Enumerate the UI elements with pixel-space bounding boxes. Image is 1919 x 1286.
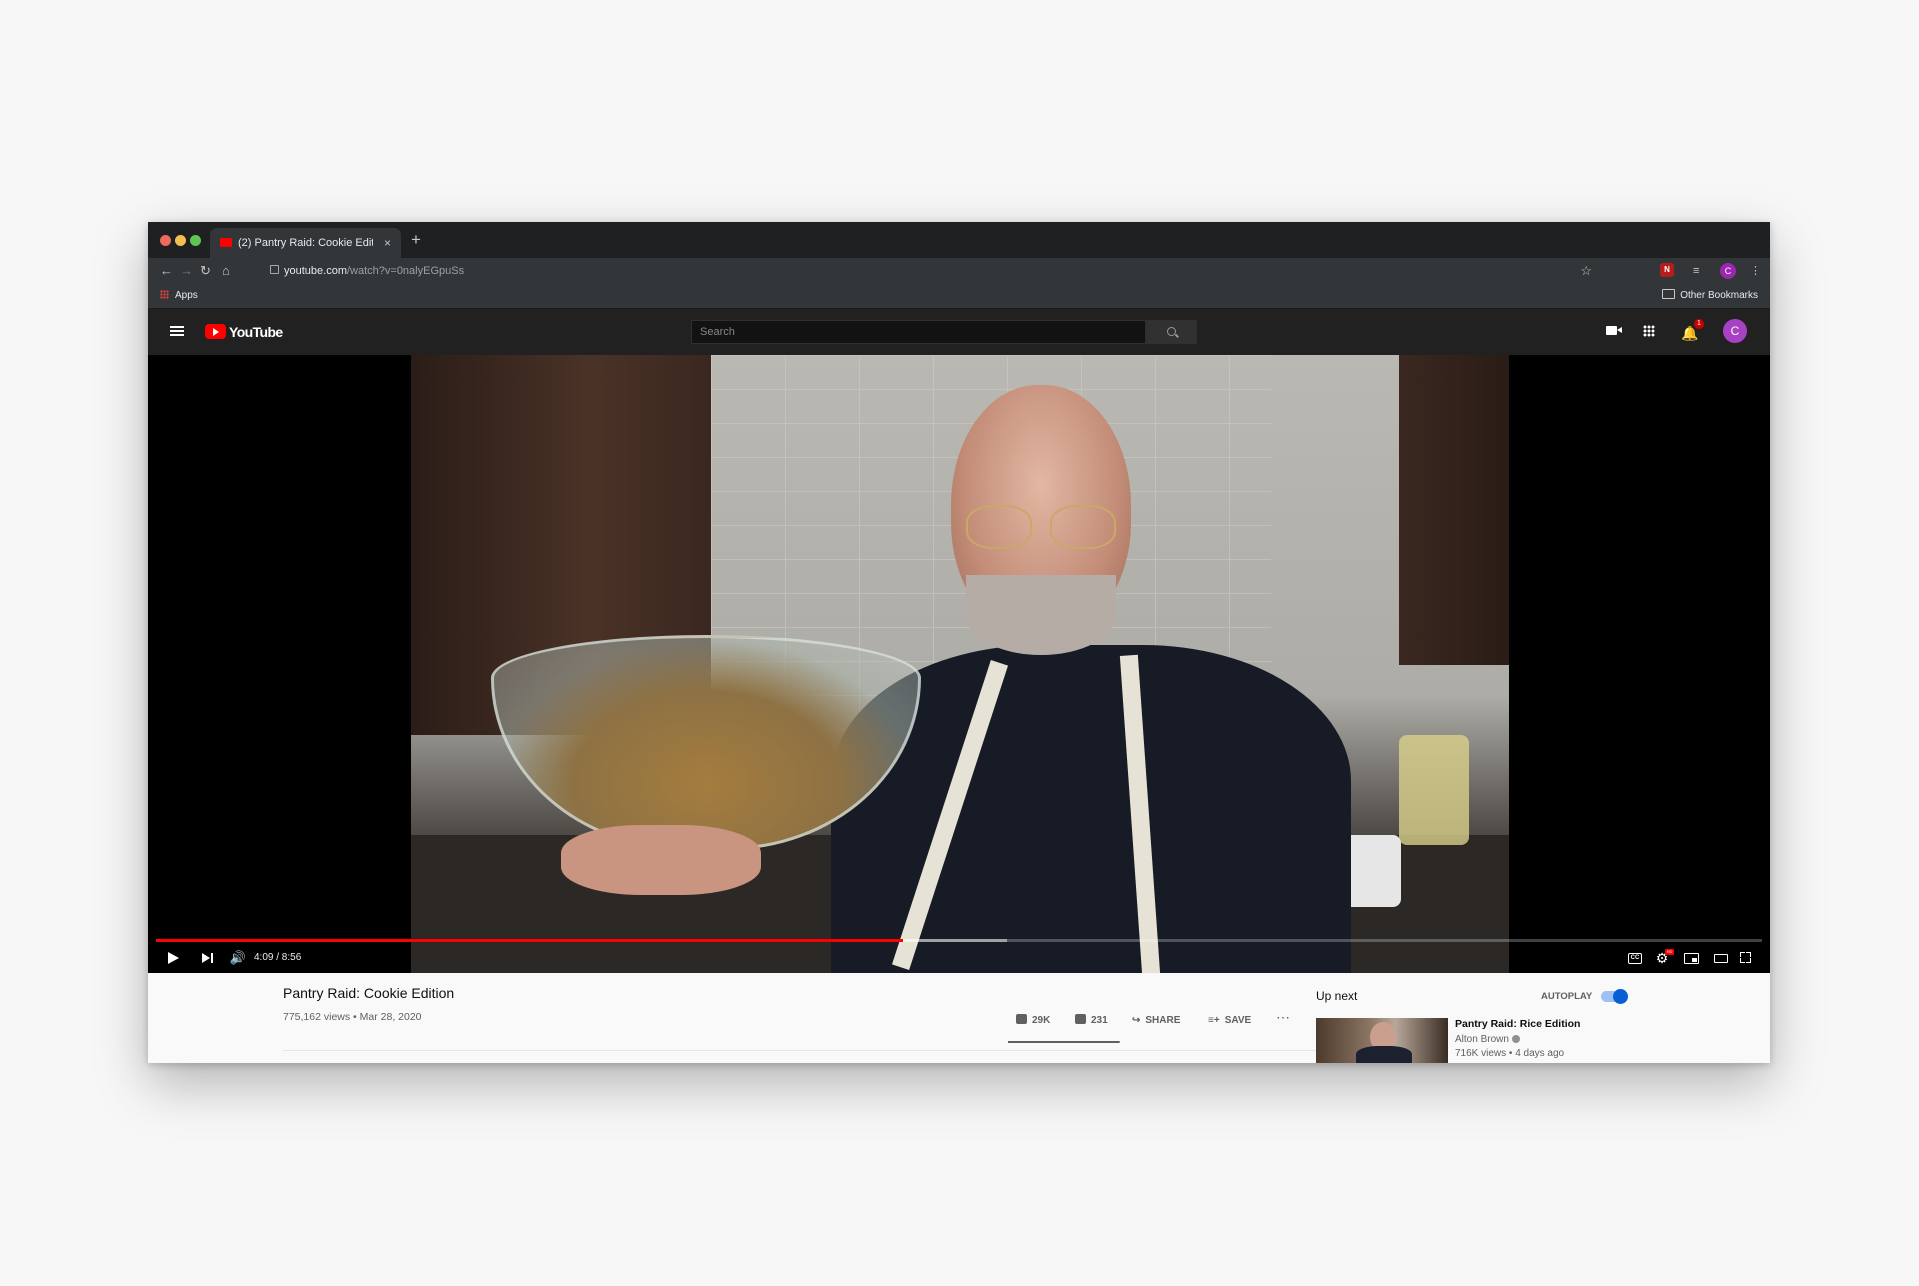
miniplayer-icon[interactable] — [1684, 953, 1699, 964]
like-dislike-bar — [1008, 1041, 1120, 1043]
recommendation-meta: 716K views • 4 days ago — [1455, 1048, 1565, 1059]
verified-check-icon — [1511, 1035, 1520, 1043]
browser-menu-icon[interactable]: ⋮ — [1750, 263, 1761, 279]
more-actions-icon[interactable]: ⋯ — [1276, 1009, 1291, 1025]
theater-mode-icon[interactable] — [1714, 954, 1728, 963]
address-toolbar: ← → ↻ ⌂ youtube.com/watch?v=0nalyEGpuSs … — [148, 258, 1770, 284]
youtube-apps-icon[interactable] — [1643, 325, 1655, 337]
search-icon — [1167, 327, 1176, 336]
watch-content: Pantry Raid: Cookie Edition 775,162 view… — [148, 973, 1770, 1063]
settings-gear-icon[interactable]: ⚙ — [1654, 943, 1670, 973]
close-window-button[interactable] — [160, 235, 171, 246]
create-video-icon[interactable] — [1606, 326, 1622, 335]
time-display: 4:09 / 8:56 — [254, 952, 302, 963]
recommendation-channel[interactable]: Alton Brown — [1455, 1034, 1520, 1045]
back-arrow-icon[interactable]: ← — [160, 261, 173, 281]
home-icon[interactable]: ⌂ — [222, 261, 230, 281]
share-button[interactable]: ↪ SHARE — [1132, 1013, 1180, 1029]
address-bar[interactable]: youtube.com/watch?v=0nalyEGpuSs ☆ — [262, 261, 1602, 281]
youtube-masthead: YouTube Search 🔔 1 C — [148, 309, 1770, 355]
extension-icon[interactable]: N — [1660, 263, 1674, 277]
share-arrow-icon: ↪ — [1132, 1015, 1141, 1026]
fullscreen-icon[interactable] — [1740, 952, 1751, 963]
tab-title: (2) Pantry Raid: Cookie Edition — [238, 237, 373, 249]
new-tab-button[interactable]: + — [411, 228, 421, 252]
play-icon[interactable] — [168, 952, 193, 964]
playlist-add-icon: ≡+ — [1208, 1015, 1220, 1026]
notification-badge: 1 — [1694, 319, 1704, 329]
thumbs-up-icon — [1016, 1014, 1027, 1024]
dislike-button[interactable]: 231 — [1075, 1013, 1108, 1029]
media-queue-icon[interactable]: ≡ — [1693, 263, 1699, 279]
tab-youtube[interactable]: (2) Pantry Raid: Cookie Edition × — [210, 228, 401, 258]
account-avatar[interactable]: C — [1723, 319, 1747, 343]
recommendation-title[interactable]: Pantry Raid: Rice Edition — [1455, 1018, 1580, 1030]
bookmark-apps[interactable]: Apps — [160, 284, 198, 308]
video-meta: 775,162 views • Mar 28, 2020 — [283, 1011, 422, 1023]
minimize-window-button[interactable] — [175, 235, 186, 246]
youtube-play-logo-icon — [205, 324, 226, 339]
menu-hamburger-icon[interactable] — [170, 326, 184, 336]
autoplay-toggle[interactable] — [1601, 989, 1628, 1004]
browser-profile-avatar[interactable]: C — [1720, 263, 1736, 279]
folder-icon — [1662, 289, 1676, 299]
browser-window: (2) Pantry Raid: Cookie Edition × + ← → … — [148, 222, 1770, 1063]
video-frame[interactable] — [411, 355, 1509, 973]
subtitles-cc-icon[interactable]: CC — [1628, 953, 1642, 964]
search-button[interactable] — [1146, 320, 1197, 344]
forward-arrow-icon[interactable]: → — [180, 261, 193, 281]
bookmarks-bar: Apps Other Bookmarks — [148, 284, 1770, 309]
reload-icon[interactable]: ↻ — [200, 261, 211, 281]
save-button[interactable]: ≡+ SAVE — [1208, 1013, 1251, 1029]
progress-bar[interactable] — [156, 939, 1762, 942]
lock-icon — [270, 265, 279, 274]
tab-close-icon[interactable]: × — [384, 228, 391, 258]
video-title: Pantry Raid: Cookie Edition — [283, 985, 455, 1001]
like-button[interactable]: 29K — [1016, 1013, 1050, 1029]
url-text: youtube.com/watch?v=0nalyEGpuSs — [284, 265, 465, 277]
tab-strip: (2) Pantry Raid: Cookie Edition × + — [148, 222, 1770, 258]
up-next-heading: Up next — [1316, 989, 1358, 1003]
next-video-icon[interactable] — [202, 953, 210, 963]
search-input[interactable]: Search — [691, 320, 1146, 344]
autoplay-label: AUTOPLAY — [1541, 991, 1593, 1002]
volume-icon[interactable]: 🔊 — [228, 943, 248, 973]
youtube-favicon-icon — [220, 238, 232, 247]
bookmark-star-icon[interactable]: ☆ — [1580, 261, 1592, 281]
recommendation-thumbnail[interactable] — [1316, 1018, 1448, 1063]
video-player[interactable]: 🔊 4:09 / 8:56 CC ⚙ HD — [148, 355, 1770, 973]
player-controls: 🔊 4:09 / 8:56 CC ⚙ HD — [148, 943, 1770, 973]
hd-badge: HD — [1665, 949, 1674, 955]
bookmark-other[interactable]: Other Bookmarks — [1662, 284, 1758, 308]
apps-grid-icon — [160, 290, 169, 299]
divider — [283, 1050, 1353, 1051]
maximize-window-button[interactable] — [190, 235, 201, 246]
thumbs-down-icon — [1075, 1014, 1086, 1024]
progress-played — [156, 939, 903, 942]
